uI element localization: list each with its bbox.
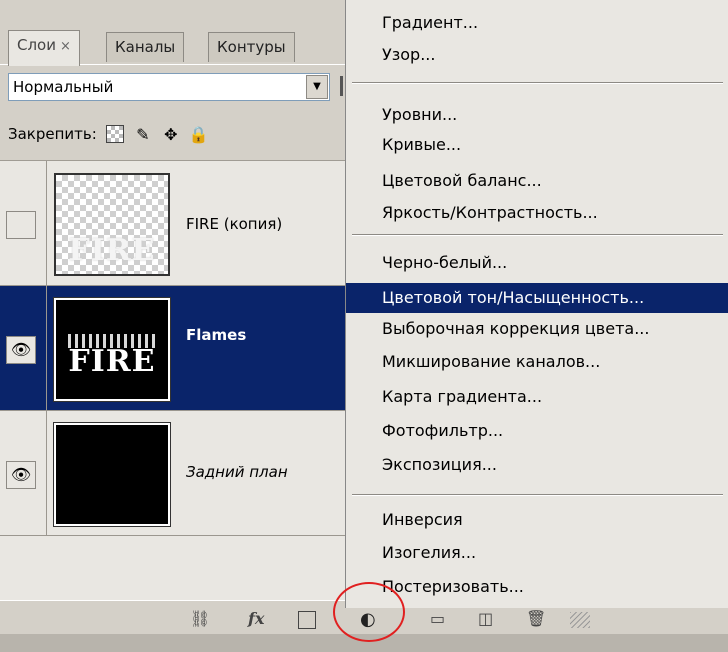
thumbnail-logo: FIRE <box>68 233 156 268</box>
blend-mode-select[interactable]: Нормальный ▼ <box>8 73 330 101</box>
eye-icon: 👁 <box>10 465 32 484</box>
layers-toolbar: ⛓ fx <box>0 600 350 635</box>
layers-panel: Слои × Каналы Контуры Нормальный ▼ Закреп… <box>0 0 350 652</box>
menu-item[interactable]: Инверсия <box>346 505 728 535</box>
trash-icon[interactable]: 🗑 <box>526 609 546 628</box>
adjustment-layer-menu: Градиент... Узор... Уровни... Кривые... … <box>345 0 728 608</box>
layer-row[interactable]: FIRE FIRE (копия) <box>0 161 350 286</box>
menu-item-highlighted[interactable]: Цветовой тон/Насыщенность... <box>346 283 728 313</box>
link-icon[interactable]: ⛓ <box>190 609 210 628</box>
tab-layers[interactable]: Слои × <box>8 30 80 66</box>
bottom-strip <box>0 634 728 652</box>
tab-layers-label: Слои <box>17 36 56 54</box>
layer-row-selected[interactable]: 👁 FIRE Flames <box>0 286 350 411</box>
menu-item[interactable]: Узор... <box>346 40 728 70</box>
layer-name[interactable]: Задний план <box>186 463 288 481</box>
lock-transparency-icon[interactable] <box>105 124 125 144</box>
visibility-toggle[interactable]: 👁 <box>6 461 36 489</box>
layer-thumbnail <box>53 422 171 527</box>
menu-item[interactable]: Микширование каналов... <box>346 347 728 377</box>
menu-item[interactable]: Экспозиция... <box>346 450 728 480</box>
menu-item[interactable]: Черно-белый... <box>346 248 728 278</box>
tab-channels[interactable]: Каналы <box>106 32 185 62</box>
lock-position-icon[interactable]: ✥ <box>161 124 181 144</box>
layer-row[interactable]: 👁 Задний план <box>0 411 350 536</box>
fx-label: fx <box>248 609 265 628</box>
eye-icon: 👁 <box>10 340 32 359</box>
layer-name[interactable]: FIRE (копия) <box>186 215 282 233</box>
menu-item[interactable]: Градиент... <box>346 8 728 38</box>
new-layer-icon[interactable]: ◫ <box>478 609 493 628</box>
menu-item[interactable]: Карта градиента... <box>346 382 728 412</box>
menu-separator <box>352 234 723 236</box>
menu-separator <box>352 82 723 84</box>
opacity-label-fragment <box>340 76 343 96</box>
menu-separator <box>352 494 723 496</box>
menu-item[interactable]: Уровни... <box>346 100 728 130</box>
menu-item[interactable]: Выборочная коррекция цвета... <box>346 314 728 344</box>
visibility-toggle[interactable] <box>6 211 36 239</box>
menu-item[interactable]: Фотофильтр... <box>346 416 728 446</box>
mask-icon[interactable] <box>298 611 316 629</box>
blend-mode-value: Нормальный <box>13 78 114 96</box>
group-folder-icon[interactable]: ▭ <box>430 609 445 628</box>
lock-row: Закрепить: ✎ ✥ 🔒 <box>8 124 209 144</box>
visibility-toggle[interactable]: 👁 <box>6 336 36 364</box>
layers-list: FIRE FIRE (копия) 👁 FIRE Flames 👁 Задний… <box>0 160 350 601</box>
thumbnail-logo: FIRE <box>68 344 156 379</box>
adjustment-layer-icon[interactable]: ◐ <box>360 609 376 630</box>
lock-all-icon[interactable]: 🔒 <box>189 124 209 144</box>
chevron-down-icon[interactable]: ▼ <box>306 75 328 99</box>
lock-paint-icon[interactable]: ✎ <box>133 124 153 144</box>
fx-icon[interactable]: fx <box>248 609 264 628</box>
menu-item[interactable]: Цветовой баланс... <box>346 166 728 196</box>
close-icon[interactable]: × <box>60 39 71 54</box>
menu-item[interactable]: Постеризовать... <box>346 572 728 602</box>
menu-item[interactable]: Кривые... <box>346 130 728 160</box>
layer-thumbnail: FIRE <box>53 297 171 402</box>
panel-tabs: Слои × Каналы Контуры <box>0 24 350 66</box>
layer-thumbnail: FIRE <box>54 173 170 276</box>
lock-label: Закрепить: <box>8 125 97 143</box>
layer-name[interactable]: Flames <box>186 326 246 344</box>
tab-paths-label: Контуры <box>217 38 286 56</box>
menu-item[interactable]: Изогелия... <box>346 538 728 568</box>
tab-paths[interactable]: Контуры <box>208 32 295 62</box>
tab-channels-label: Каналы <box>115 38 176 56</box>
resize-grip-icon[interactable] <box>570 612 590 628</box>
menu-item[interactable]: Яркость/Контрастность... <box>346 198 728 228</box>
